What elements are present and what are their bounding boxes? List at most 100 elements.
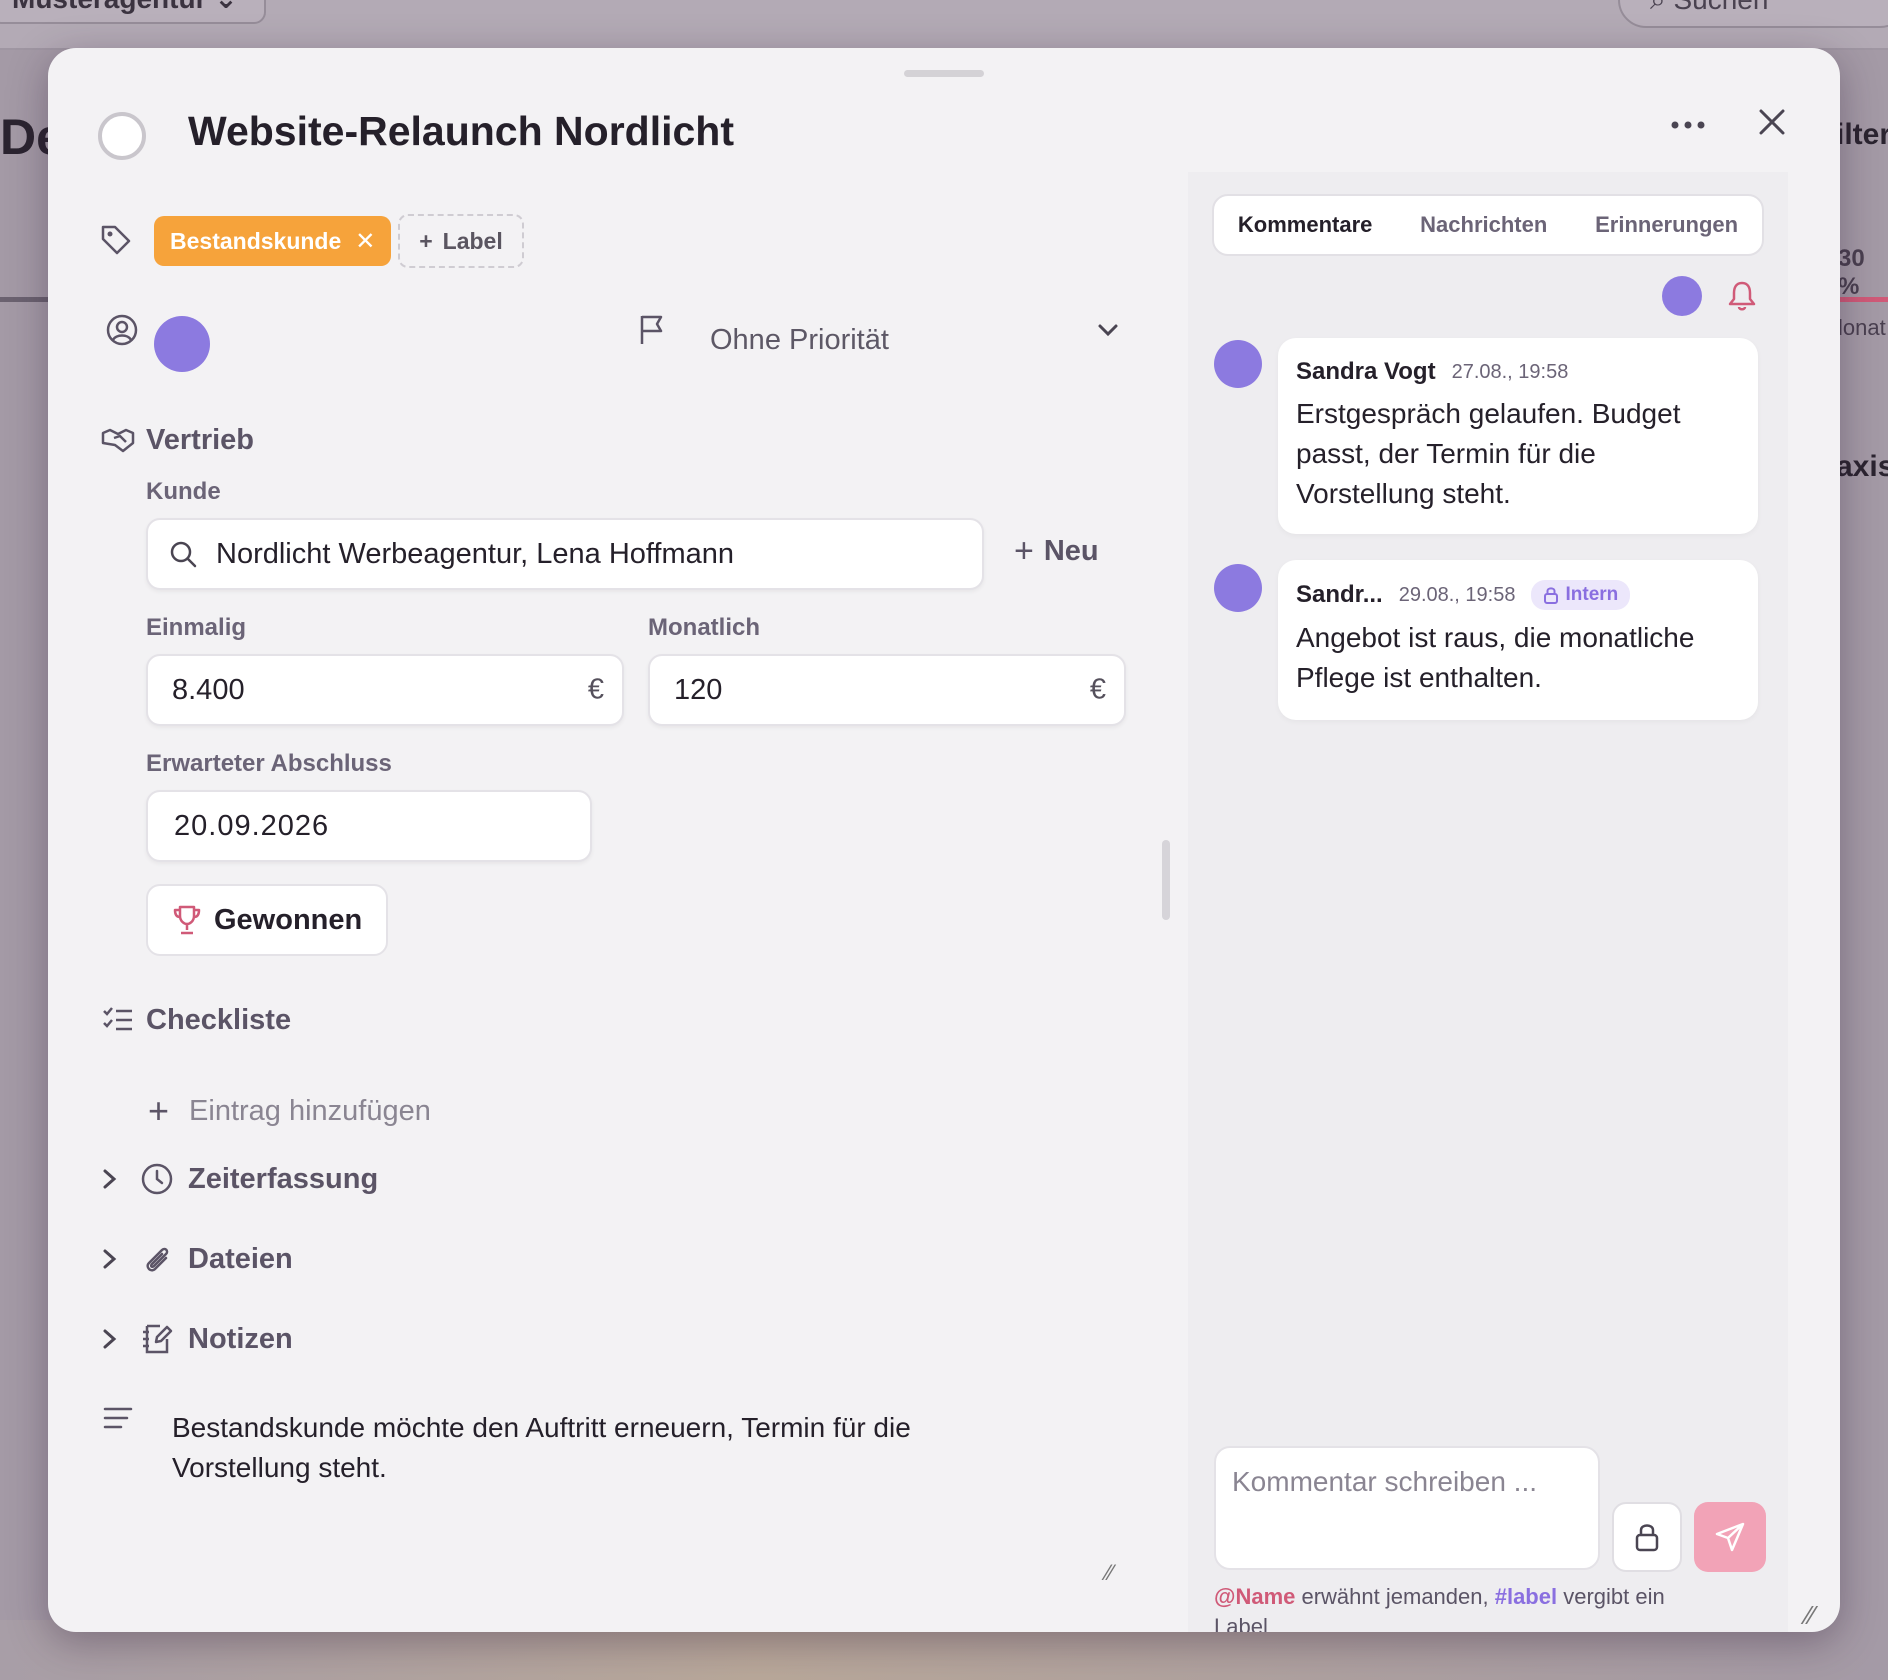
tab-messages[interactable]: Nachrichten: [1420, 212, 1547, 238]
time-tracking-label: Zeiterfassung: [188, 1162, 379, 1195]
task-detail-modal: Website-Relaunch Nordlicht Bestandskunde…: [48, 48, 1840, 1632]
hint-mention: @Name: [1214, 1584, 1296, 1609]
once-amount-input[interactable]: 8.400 €: [146, 654, 624, 726]
comment-text: Erstgespräch gelaufen. Budget passt, der…: [1296, 398, 1681, 509]
complete-checkbox[interactable]: [98, 112, 146, 160]
background-filter: ilter: [1836, 118, 1888, 151]
add-checklist-entry-text: Eintrag hinzufügen: [189, 1094, 431, 1127]
internal-badge-text: Intern: [1565, 584, 1619, 605]
plus-icon: +: [1014, 532, 1034, 570]
comment-input[interactable]: Kommentar schreiben ...: [1214, 1446, 1600, 1570]
send-button[interactable]: [1694, 1502, 1766, 1572]
comment-time: 27.08., 19:58: [1451, 360, 1569, 383]
customer-input[interactable]: Nordlicht Werbeagentur, Lena Hoffmann: [146, 518, 984, 590]
comment-input-placeholder: Kommentar schreiben ...: [1232, 1466, 1538, 1497]
task-title[interactable]: Website-Relaunch Nordlicht: [188, 108, 734, 155]
once-label: Einmalig: [146, 614, 247, 641]
close-icon: [1759, 109, 1785, 135]
lock-icon: [1635, 1524, 1659, 1552]
more-options-button[interactable]: [1658, 100, 1718, 150]
close-date-input[interactable]: 20.09.2026: [146, 790, 592, 862]
comment-text: Angebot ist raus, die monatliche Pflege …: [1296, 622, 1695, 693]
text-align-icon: [98, 1398, 138, 1438]
background-progress: [1840, 297, 1888, 302]
composer-hint: @Name erwähnt jemanden, #label vergibt e…: [1214, 1582, 1674, 1632]
comment-bubble: Sandra Vogt 27.08., 19:58 Erstgespräch g…: [1278, 338, 1758, 534]
background-search: ⌕ Suchen: [1618, 0, 1888, 28]
background-workspace-name: Musteragentur: [12, 0, 206, 14]
section-time-tracking[interactable]: Zeiterfassung: [100, 1162, 378, 1196]
plus-icon: +: [148, 1090, 170, 1131]
customer-label: Kunde: [146, 478, 221, 505]
tag-icon: [96, 220, 136, 260]
comment-time: 29.08., 19:58: [1398, 583, 1516, 606]
tab-comments[interactable]: Kommentare: [1238, 212, 1372, 238]
chevron-down-icon[interactable]: [1088, 310, 1128, 350]
euro-icon: €: [587, 673, 604, 706]
assignee-avatar[interactable]: [154, 316, 210, 372]
paperclip-icon: [146, 1247, 169, 1272]
add-checklist-entry[interactable]: + Eintrag hinzufügen: [148, 1090, 431, 1132]
new-customer-text: Neu: [1043, 535, 1099, 567]
bell-icon[interactable]: [1722, 276, 1762, 316]
chevron-right-icon: [103, 1169, 117, 1189]
internal-toggle-button[interactable]: [1612, 1502, 1682, 1572]
send-icon: [1715, 1522, 1745, 1552]
close-date-value: 20.09.2026: [174, 809, 330, 842]
once-amount-value: 8.400: [172, 673, 245, 706]
handshake-icon: [98, 420, 138, 460]
comment-bubble: Sandr... 29.08., 19:58 Intern Angebot is…: [1278, 560, 1758, 720]
new-customer-button[interactable]: + Neu: [1014, 532, 1099, 571]
notebook-edit-icon: [143, 1324, 173, 1354]
remove-label-icon[interactable]: ✕: [355, 227, 375, 256]
add-label-button[interactable]: + Label: [398, 214, 524, 268]
flag-icon: [632, 310, 672, 350]
clock-icon: [141, 1163, 173, 1195]
close-button[interactable]: [1744, 94, 1800, 150]
drag-handle[interactable]: [904, 70, 984, 77]
won-button-text: Gewonnen: [214, 903, 363, 936]
description-text[interactable]: Bestandskunde möchte den Auftritt erneue…: [172, 1408, 1032, 1488]
comment-author: Sandr...: [1296, 581, 1383, 608]
close-date-label: Erwarteter Abschluss: [146, 750, 392, 777]
label-chip[interactable]: Bestandskunde ✕: [154, 216, 392, 266]
add-label-text: Label: [442, 227, 503, 254]
plus-icon: +: [419, 227, 433, 254]
background-percent: 30 %: [1838, 245, 1865, 300]
user-circle-icon: [102, 310, 142, 350]
monthly-amount-input[interactable]: 120 €: [648, 654, 1126, 726]
background-search-label: Suchen: [1673, 0, 1768, 15]
textarea-resize-handle[interactable]: ⁄⁄: [1106, 1560, 1113, 1586]
more-icon: [1671, 121, 1705, 129]
trophy-icon: [173, 905, 201, 935]
won-button[interactable]: Gewonnen: [146, 884, 388, 956]
tab-reminders[interactable]: Erinnerungen: [1595, 212, 1738, 238]
notes-label: Notizen: [188, 1322, 293, 1355]
hint-mention-text: erwähnt jemanden,: [1295, 1584, 1495, 1609]
section-files[interactable]: Dateien: [100, 1242, 293, 1276]
hint-tag: #label: [1494, 1584, 1558, 1609]
background-workspace-switcher: Musteragentur ⌄: [0, 0, 266, 24]
comments-tabs: Kommentare Nachrichten Erinnerungen: [1212, 194, 1764, 256]
internal-badge: Intern: [1531, 580, 1631, 610]
watcher-avatar[interactable]: [1662, 276, 1702, 316]
label-chip-text: Bestandskunde: [170, 227, 342, 254]
checklist-title: Checkliste: [146, 1004, 292, 1036]
background-monat: lonat: [1838, 315, 1886, 340]
sales-section-title: Vertrieb: [146, 424, 254, 456]
files-label: Dateien: [188, 1242, 293, 1275]
monthly-label: Monatlich: [648, 614, 760, 641]
background-topbar: [0, 0, 1888, 50]
section-notes[interactable]: Notizen: [100, 1322, 293, 1356]
priority-select[interactable]: Ohne Priorität: [710, 324, 889, 357]
comment-avatar[interactable]: [1214, 340, 1262, 388]
comment-avatar[interactable]: [1214, 564, 1262, 612]
euro-icon: €: [1089, 673, 1106, 706]
comment-author: Sandra Vogt: [1296, 358, 1436, 385]
modal-resize-handle[interactable]: ⁄⁄: [1806, 1600, 1815, 1631]
customer-value: Nordlicht Werbeagentur, Lena Hoffmann: [216, 537, 735, 570]
chevron-right-icon: [103, 1329, 117, 1349]
background-praxis: axis: [1836, 450, 1888, 483]
scrollbar[interactable]: [1162, 840, 1170, 920]
monthly-amount-value: 120: [674, 673, 723, 706]
